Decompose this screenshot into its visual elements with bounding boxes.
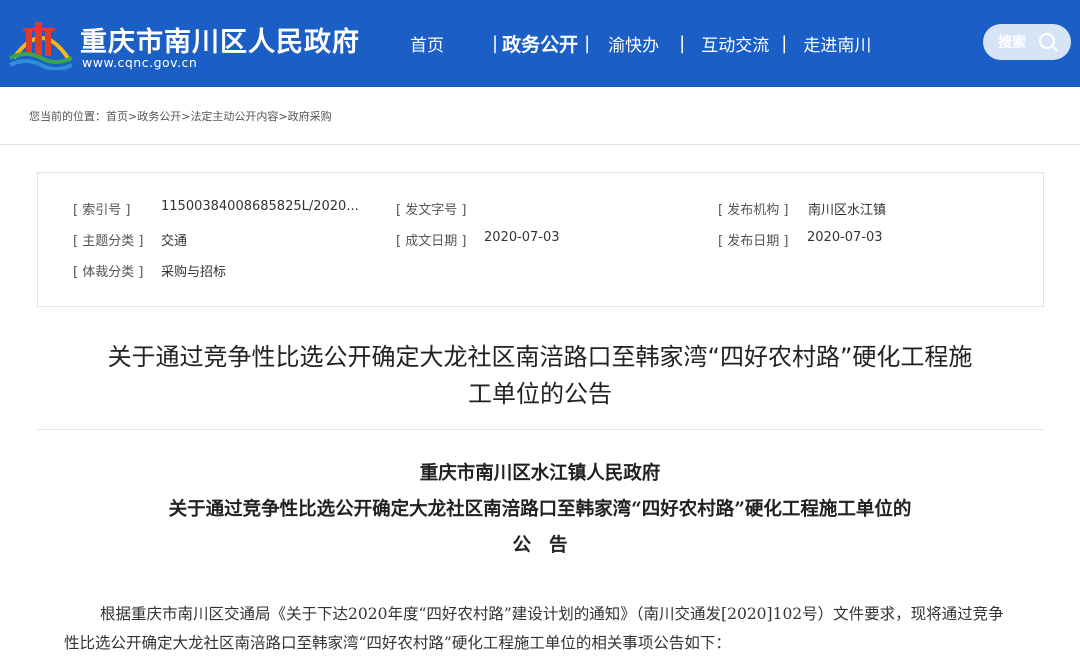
metadata-row: [ 体裁分类 ] 采购与招标 [38, 261, 1043, 281]
written-date-value: 2020-07-03 [484, 230, 560, 245]
breadcrumb-item-gov-procurement[interactable]: 政府采购 [288, 110, 332, 123]
breadcrumb-item-statutory-disclosure[interactable]: 法定主动公开内容 [190, 110, 278, 123]
document-metadata: [ 索引号 ] 11500384008685825L/2020... [ 发文字… [37, 172, 1044, 307]
index-no-value: 11500384008685825L/2020... [161, 199, 359, 214]
search-label: 搜索 [998, 35, 1026, 51]
search-button[interactable]: 搜索 [983, 24, 1071, 60]
written-date-label: [ 成文日期 ] [396, 234, 467, 249]
nav-item-gov-affairs[interactable]: 政务公开 [502, 30, 578, 57]
breadcrumb-item-gov-affairs[interactable]: 政务公开 [137, 110, 181, 123]
title-divider [37, 429, 1044, 430]
index-no-label: [ 索引号 ] [73, 203, 131, 218]
document-heading: 公告 [512, 535, 586, 556]
breadcrumb-item-home[interactable]: 首页 [106, 110, 128, 123]
nav-separator: | [492, 32, 499, 54]
page-title-line: 关于通过竞争性比选公开确定大龙社区南涪路口至韩家湾“四好农村路”硬化工程施 [107, 343, 973, 371]
topic-value: 交通 [161, 234, 188, 249]
main-nav: 首页 | 政务公开 | 渝快办 | 互动交流 | 走进南川 [410, 29, 871, 57]
breadcrumb-prefix: 您当前的位置： [29, 110, 106, 123]
publish-date-value: 2020-07-03 [807, 230, 883, 245]
page-title-line: 工单位的公告 [468, 380, 612, 408]
nav-item-about-nanchuan[interactable]: 走进南川 [803, 31, 871, 56]
metadata-row: [ 索引号 ] 11500384008685825L/2020... [ 发文字… [38, 199, 1043, 219]
breadcrumb-separator: > [128, 110, 138, 123]
genre-label: [ 体裁分类 ] [73, 265, 144, 280]
page-title: 关于通过竞争性比选公开确定大龙社区南涪路口至韩家湾“四好农村路”硬化工程施 工单… [30, 339, 1050, 413]
publish-date-label: [ 发布日期 ] [718, 234, 789, 249]
site-url: www.cqnc.gov.cn [82, 55, 198, 70]
document-body-paragraph: 根据重庆市南川区交通局《关于下达2020年度“四好农村路”建设计划的通知》（南川… [64, 605, 1004, 652]
nav-separator: | [781, 32, 788, 54]
nav-item-yukuaiban[interactable]: 渝快办 [608, 31, 659, 56]
doc-no-label: [ 发文字号 ] [396, 203, 467, 218]
publisher-label: [ 发布机构 ] [718, 203, 789, 218]
breadcrumb-separator: > [278, 110, 288, 123]
document-subject: 关于通过竞争性比选公开确定大龙社区南涪路口至韩家湾“四好农村路”硬化工程施工单位… [168, 499, 912, 520]
document-issuer: 重庆市南川区水江镇人民政府 [419, 463, 661, 484]
site-header: 重庆市南川区人民政府 www.cqnc.gov.cn 首页 | 政务公开 | 渝… [0, 0, 1080, 87]
publisher-value: 南川区水江镇 [808, 203, 887, 218]
nav-item-home[interactable]: 首页 [410, 31, 444, 56]
search-icon [1039, 33, 1058, 52]
nav-item-interaction[interactable]: 互动交流 [701, 31, 769, 56]
nav-separator: | [679, 32, 686, 54]
site-name[interactable]: 重庆市南川区人民政府 [80, 20, 360, 59]
genre-value: 采购与招标 [161, 265, 227, 280]
metadata-row: [ 主题分类 ] 交通 [ 成文日期 ] 2020-07-03 [ 发布日期 ]… [38, 230, 1043, 250]
nav-separator: | [584, 32, 591, 54]
topic-label: [ 主题分类 ] [73, 234, 144, 249]
government-logo-icon[interactable] [8, 8, 74, 70]
breadcrumb: 您当前的位置：首页>政务公开>法定主动公开内容>政府采购 [29, 108, 332, 124]
main-content: [ 索引号 ] 11500384008685825L/2020... [ 发文字… [0, 144, 1080, 663]
